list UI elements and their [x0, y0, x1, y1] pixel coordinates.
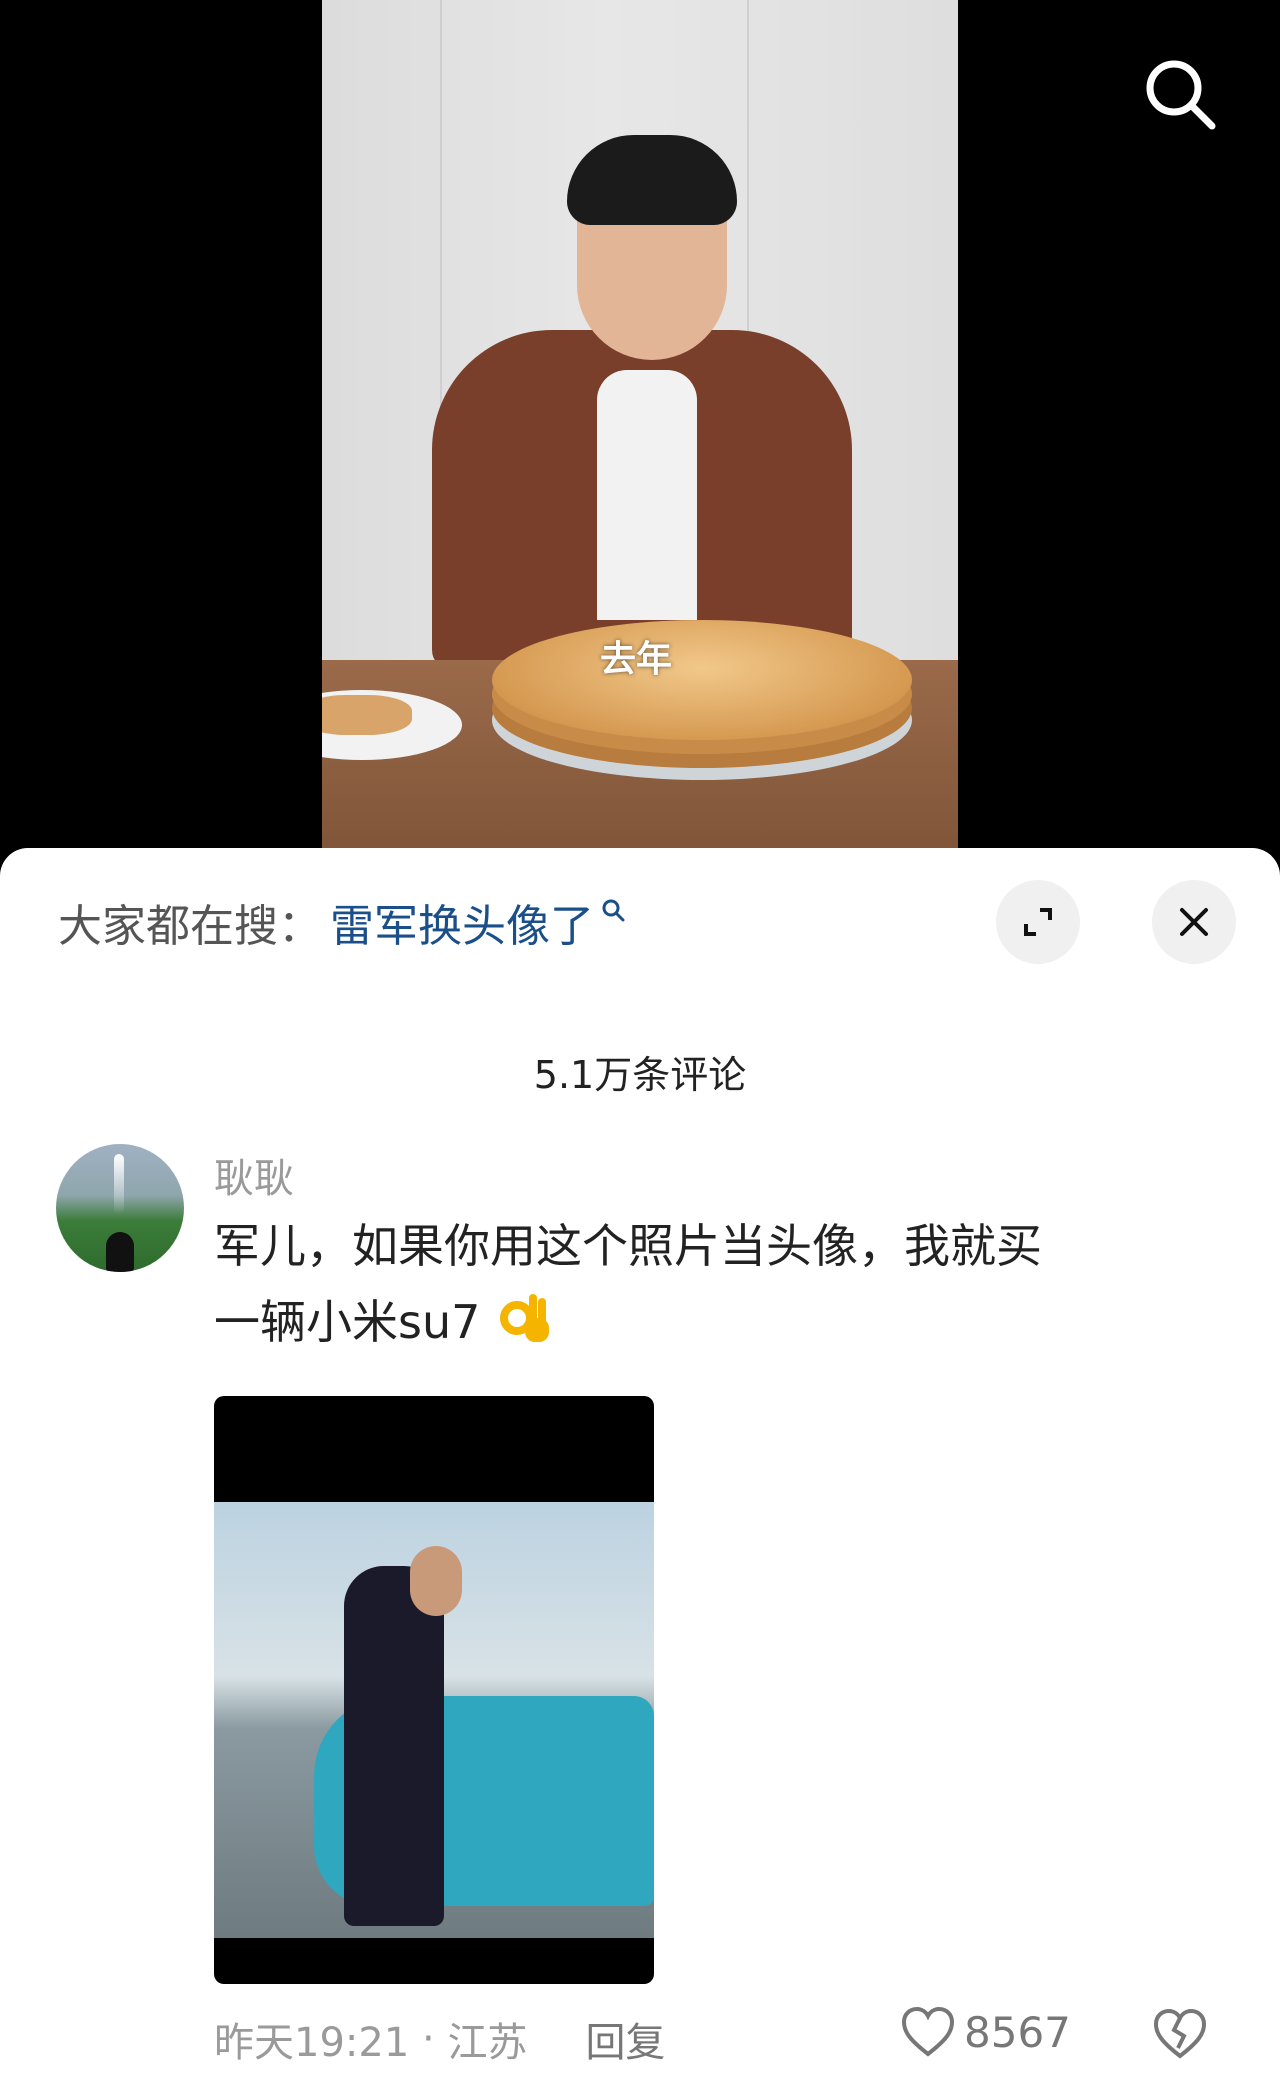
- video-caption: 去年: [600, 639, 673, 680]
- close-button[interactable]: [1152, 880, 1236, 964]
- like-count: 8567: [964, 2007, 1071, 2057]
- search-icon[interactable]: [1140, 54, 1220, 134]
- ok-hand-emoji-icon: [500, 1294, 550, 1342]
- suggestion-label: 大家都在搜：: [58, 901, 322, 952]
- driver: [344, 1566, 444, 1926]
- flatbread-stack: [492, 620, 912, 740]
- meta-separator: ·: [409, 2016, 448, 2062]
- comment-count: 5.1万条评论: [533, 1053, 747, 1097]
- comment-meta: 昨天19:21 · 江苏 回复: [214, 2010, 665, 2068]
- reply-button[interactable]: 回复: [585, 2010, 665, 2068]
- video-player[interactable]: 去年: [0, 0, 1280, 880]
- heart-icon: [901, 2006, 955, 2057]
- comment-time: 昨天19:21: [214, 2020, 410, 2066]
- comment-location: 江苏: [447, 2020, 528, 2066]
- small-search-icon: [602, 899, 625, 922]
- comment-username[interactable]: 耿耿: [214, 1146, 294, 1204]
- search-suggestion[interactable]: 大家都在搜： 雷军换头像了: [58, 892, 626, 952]
- close-icon: [1180, 908, 1208, 936]
- dislike-button[interactable]: [1152, 2008, 1208, 2064]
- expand-button[interactable]: [996, 880, 1080, 964]
- suggestion-term[interactable]: 雷军换头像了: [330, 890, 594, 954]
- like-button[interactable]: 8567: [900, 2006, 1071, 2058]
- comment-text: 军儿，如果你用这个照片当头像，我就买 一辆小米su7: [214, 1208, 1214, 1360]
- avatar[interactable]: [56, 1144, 184, 1272]
- video-frame: [322, 0, 958, 880]
- expand-icon: [1024, 908, 1052, 936]
- comment-sheet: 大家都在搜： 雷军换头像了 5.1万条评论 耿耿 军儿，如果你用这个照片当头像，…: [0, 848, 1280, 2094]
- comment-text-line1: 军儿，如果你用这个照片当头像，我就买: [214, 1219, 1042, 1273]
- broken-heart-icon: [1153, 2008, 1207, 2059]
- comment-text-line2: 一辆小米su7: [214, 1295, 481, 1349]
- comment-image[interactable]: [214, 1396, 654, 1984]
